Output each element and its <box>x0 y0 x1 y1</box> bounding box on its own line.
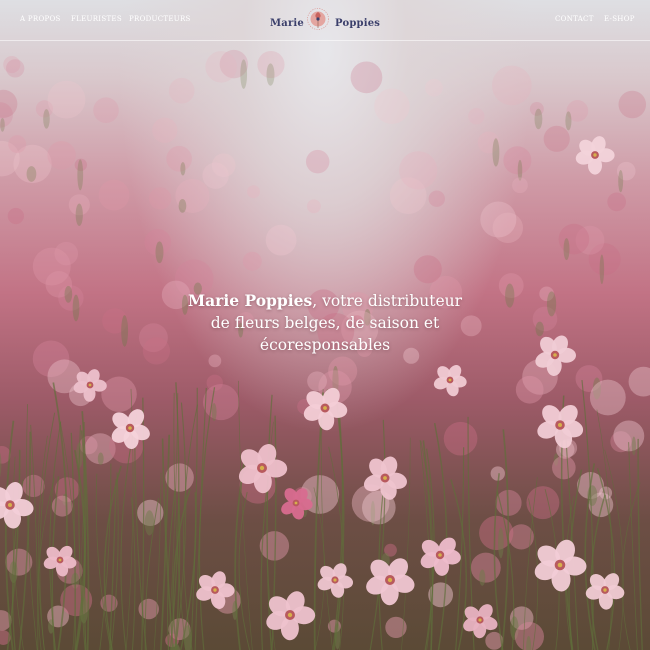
site-logo[interactable]: Marie Poppies <box>268 3 382 37</box>
hero-headline: Marie Poppies, votre distributeur de fle… <box>110 290 540 356</box>
headline-line-3: écoresponsables <box>259 336 391 354</box>
headline-line-1: Marie Poppies, votre distributeur <box>110 290 540 312</box>
nav-link-a-propos[interactable]: A PROPOS <box>20 15 61 23</box>
headline-brand: Marie Poppies <box>187 291 313 310</box>
nav-link-producteurs[interactable]: PRODUCTEURS <box>129 15 191 23</box>
headline-line-1-rest: , votre distributeur <box>312 292 463 310</box>
headline-line-2: de fleurs belges, de saison et <box>210 314 440 332</box>
logo-word-poppies: Poppies <box>335 18 381 29</box>
nav-link-contact[interactable]: CONTACT <box>555 15 594 23</box>
poppy-flower-emblem-icon <box>307 8 329 30</box>
logo-word-marie: Marie <box>270 18 304 29</box>
top-navigation: A PROPOS FLEURISTES PRODUCTEURS Marie Po… <box>0 0 650 41</box>
nav-link-fleuristes[interactable]: FLEURISTES <box>71 15 122 23</box>
nav-link-e-shop[interactable]: E-SHOP <box>604 15 635 23</box>
